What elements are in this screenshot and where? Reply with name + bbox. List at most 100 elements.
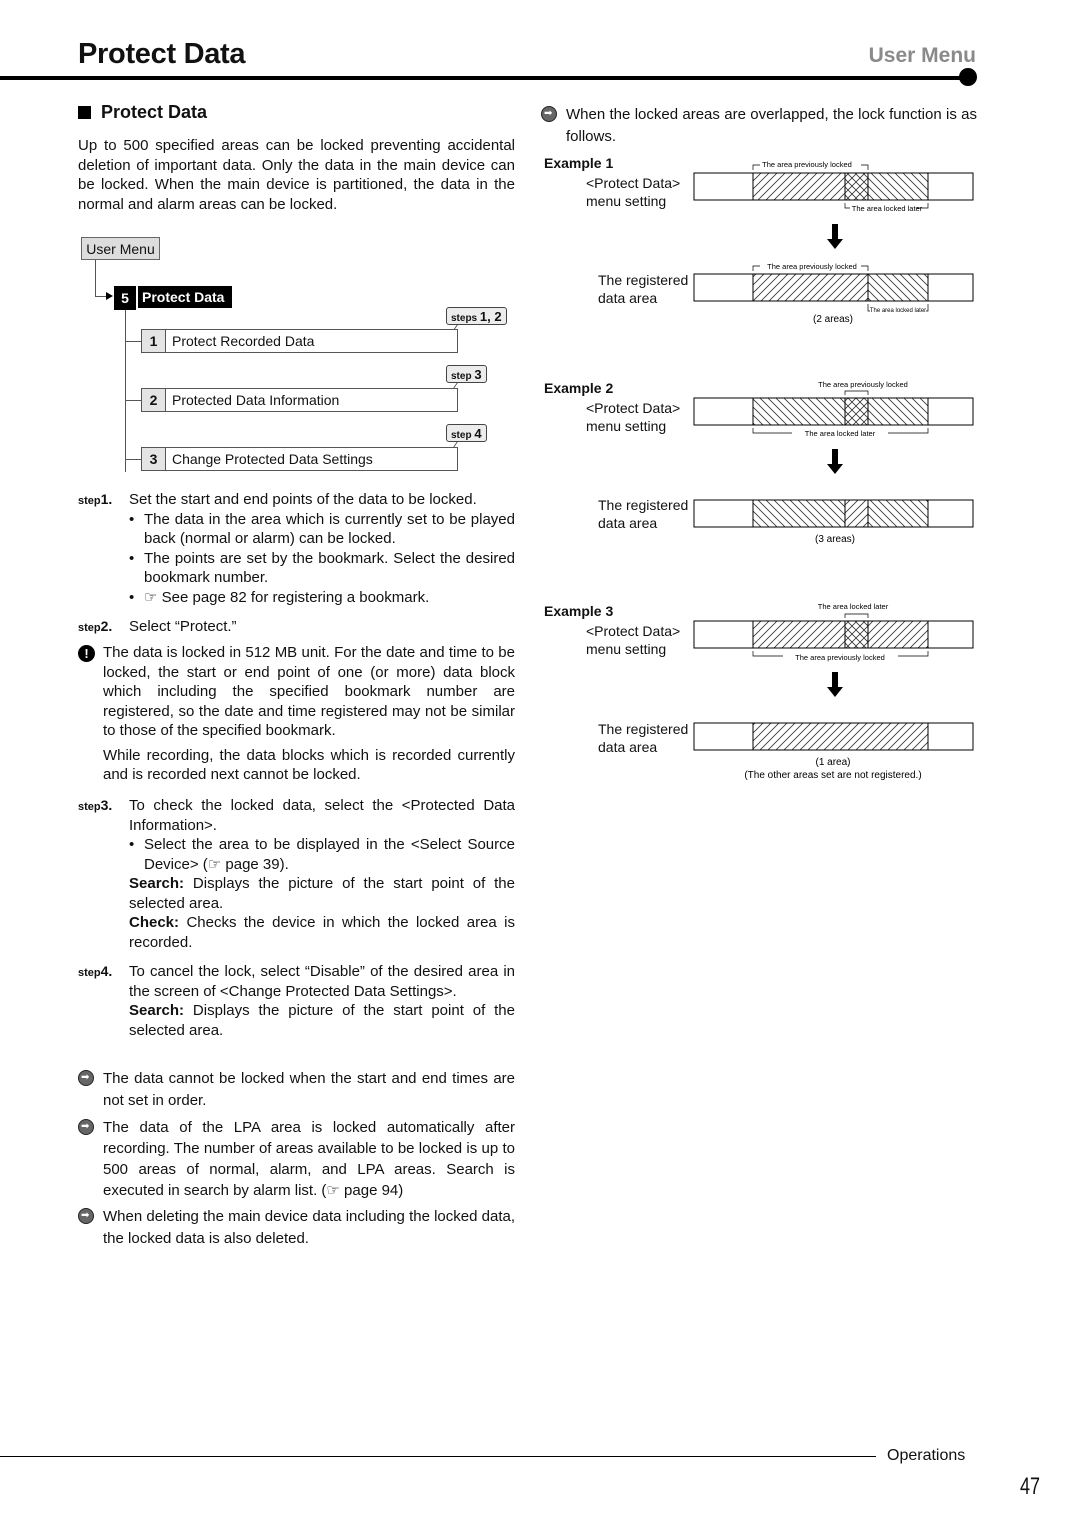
- example-3-label: Example 3: [544, 603, 614, 619]
- callout-prefix: step: [451, 430, 472, 441]
- step-number: 1.: [100, 491, 113, 507]
- example-2-setting-bar: The area previously locked The area lock…: [693, 380, 974, 438]
- example-2-setting-label: <Protect Data> menu setting: [586, 400, 681, 434]
- step-label: step3.: [78, 796, 112, 818]
- example-1-setting-bar: The area previously locked The area lock…: [693, 160, 974, 213]
- callout-steps: 1, 2: [479, 309, 502, 324]
- step-callout: step 4: [446, 424, 487, 442]
- step-number: 4.: [100, 963, 113, 979]
- step-4: step4. To cancel the lock, select “Disab…: [78, 962, 515, 1040]
- exclamation-icon: !: [78, 645, 95, 662]
- arrow-right-circle-icon: [78, 1119, 94, 1135]
- definition-term: Search:: [129, 875, 185, 892]
- step-bullet: Select the area to be displayed in the <…: [129, 835, 515, 874]
- tree-connector: [125, 310, 126, 472]
- example-1-registered-bar: The area previously locked The area lock…: [693, 262, 974, 325]
- step-label: step2.: [78, 617, 112, 639]
- callout-prefix: steps: [451, 313, 478, 324]
- arrow-right-circle-icon: [78, 1070, 94, 1086]
- later-locked-segment: [867, 172, 929, 201]
- step-prefix: step: [78, 801, 101, 813]
- page-title: Protect Data: [78, 38, 246, 70]
- warning-note: ! The data is locked in 512 MB unit. For…: [78, 643, 515, 785]
- note-text: When deleting the main device data inclu…: [103, 1208, 515, 1247]
- note-2: The data of the LPA area is locked autom…: [78, 1117, 515, 1201]
- tree-connector: [95, 260, 96, 297]
- note-text: The data of the LPA area is locked autom…: [103, 1119, 515, 1199]
- menu-item-protect-recorded-data[interactable]: 1 Protect Recorded Data: [141, 329, 458, 353]
- caption-locked-later: The area locked later: [805, 429, 876, 438]
- down-arrow-icon: [827, 672, 843, 697]
- result-note: (The other areas set are not registered.…: [744, 770, 921, 781]
- example-1-label: Example 1: [544, 155, 614, 171]
- step-callout: steps 1, 2: [446, 307, 507, 325]
- menu-parent-label: Protect Data: [138, 286, 232, 308]
- definition: Search: Displays the picture of the star…: [129, 1001, 515, 1040]
- definition-term: Search:: [129, 1002, 185, 1019]
- definition-desc: Displays the picture of the start point …: [129, 875, 515, 912]
- example-2-label: Example 2: [544, 380, 614, 396]
- example-2-registered-bar: (3 areas): [693, 499, 974, 545]
- step-prefix: step: [78, 622, 101, 634]
- definition: Check: Checks the device in which the lo…: [129, 913, 515, 952]
- section-tag: User Menu: [868, 44, 976, 67]
- step-text: Select “Protect.”: [129, 618, 237, 635]
- note-3: When deleting the main device data inclu…: [78, 1206, 515, 1250]
- tree-connector: [125, 400, 141, 401]
- intro-paragraph: Up to 500 specified areas can be locked …: [78, 137, 515, 213]
- definition-desc: Checks the device in which the locked ar…: [129, 914, 515, 951]
- menu-item-label: Protect Recorded Data: [172, 333, 315, 349]
- result-count: (1 area): [815, 757, 850, 768]
- down-arrow-icon: [827, 224, 843, 249]
- prev-locked-segment: [752, 172, 846, 201]
- menu-item-protected-data-information[interactable]: 2 Protected Data Information: [141, 388, 458, 412]
- step-text: Set the start and end points of the data…: [129, 491, 477, 508]
- title-rule: [0, 76, 970, 80]
- caption-prev-locked: The area previously locked: [818, 380, 908, 389]
- warning-text-2: While recording, the data blocks which i…: [103, 746, 515, 784]
- menu-item-label: Protected Data Information: [172, 392, 340, 408]
- menu-item-label: Change Protected Data Settings: [172, 451, 373, 467]
- section-heading: Protect Data: [78, 102, 207, 123]
- caption-prev-locked: The area previously locked: [767, 262, 857, 271]
- step-3: step3. To check the locked data, select …: [78, 796, 515, 952]
- step-callout: step 3: [446, 365, 487, 383]
- result-count: (2 areas): [813, 314, 853, 325]
- tree-connector: [125, 341, 141, 342]
- step-number: 3.: [100, 797, 113, 813]
- warning-text: The data is locked in 512 MB unit. For t…: [103, 644, 515, 739]
- step-label: step4.: [78, 962, 112, 984]
- callout-prefix: step: [451, 371, 472, 382]
- square-bullet-icon: [78, 106, 91, 119]
- definition: Search: Displays the picture of the star…: [129, 874, 515, 913]
- arrow-right-circle-icon: [541, 106, 557, 122]
- example-3-registered-bar: (1 area) (The other areas set are not re…: [693, 722, 974, 781]
- callout-steps: 3: [474, 367, 482, 382]
- step-bullet: The data in the area which is currently …: [129, 510, 515, 549]
- caption-locked-later: The area locked later: [870, 308, 926, 314]
- example-3-setting-bar: The area locked later The area previousl…: [693, 602, 974, 662]
- step-prefix: step: [78, 967, 101, 979]
- step-label: step1.: [78, 490, 112, 512]
- menu-item-number: 2: [142, 389, 166, 411]
- menu-item-number: 3: [142, 448, 166, 470]
- menu-parent-number: 5: [114, 286, 136, 310]
- title-rule-dot: [959, 68, 977, 86]
- definition-desc: Displays the picture of the start point …: [129, 1002, 515, 1039]
- footer-section: Operations: [887, 1447, 966, 1464]
- tree-arrow-icon: [106, 292, 113, 300]
- overlap-note-text: When the locked areas are overlapped, th…: [566, 106, 977, 145]
- example-1-setting-label: <Protect Data> menu setting: [586, 175, 681, 209]
- caption-prev-locked: The area previously locked: [762, 160, 852, 169]
- step-bullet: ☞ See page 82 for registering a bookmark…: [129, 588, 515, 608]
- step-bullet: The points are set by the bookmark. Sele…: [129, 549, 515, 588]
- step-text: To cancel the lock, select “Disable” of …: [129, 963, 515, 1000]
- step-2: step2. Select “Protect.”: [78, 617, 515, 637]
- note-text: The data cannot be locked when the start…: [103, 1070, 515, 1109]
- menu-item-change-protected-data-settings[interactable]: 3 Change Protected Data Settings: [141, 447, 458, 471]
- example-3-setting-label: <Protect Data> menu setting: [586, 623, 681, 657]
- result-count: (3 areas): [815, 534, 855, 545]
- footer-rule: [0, 1456, 876, 1457]
- overlap-segment: [844, 172, 869, 201]
- menu-root-user-menu: User Menu: [81, 237, 160, 260]
